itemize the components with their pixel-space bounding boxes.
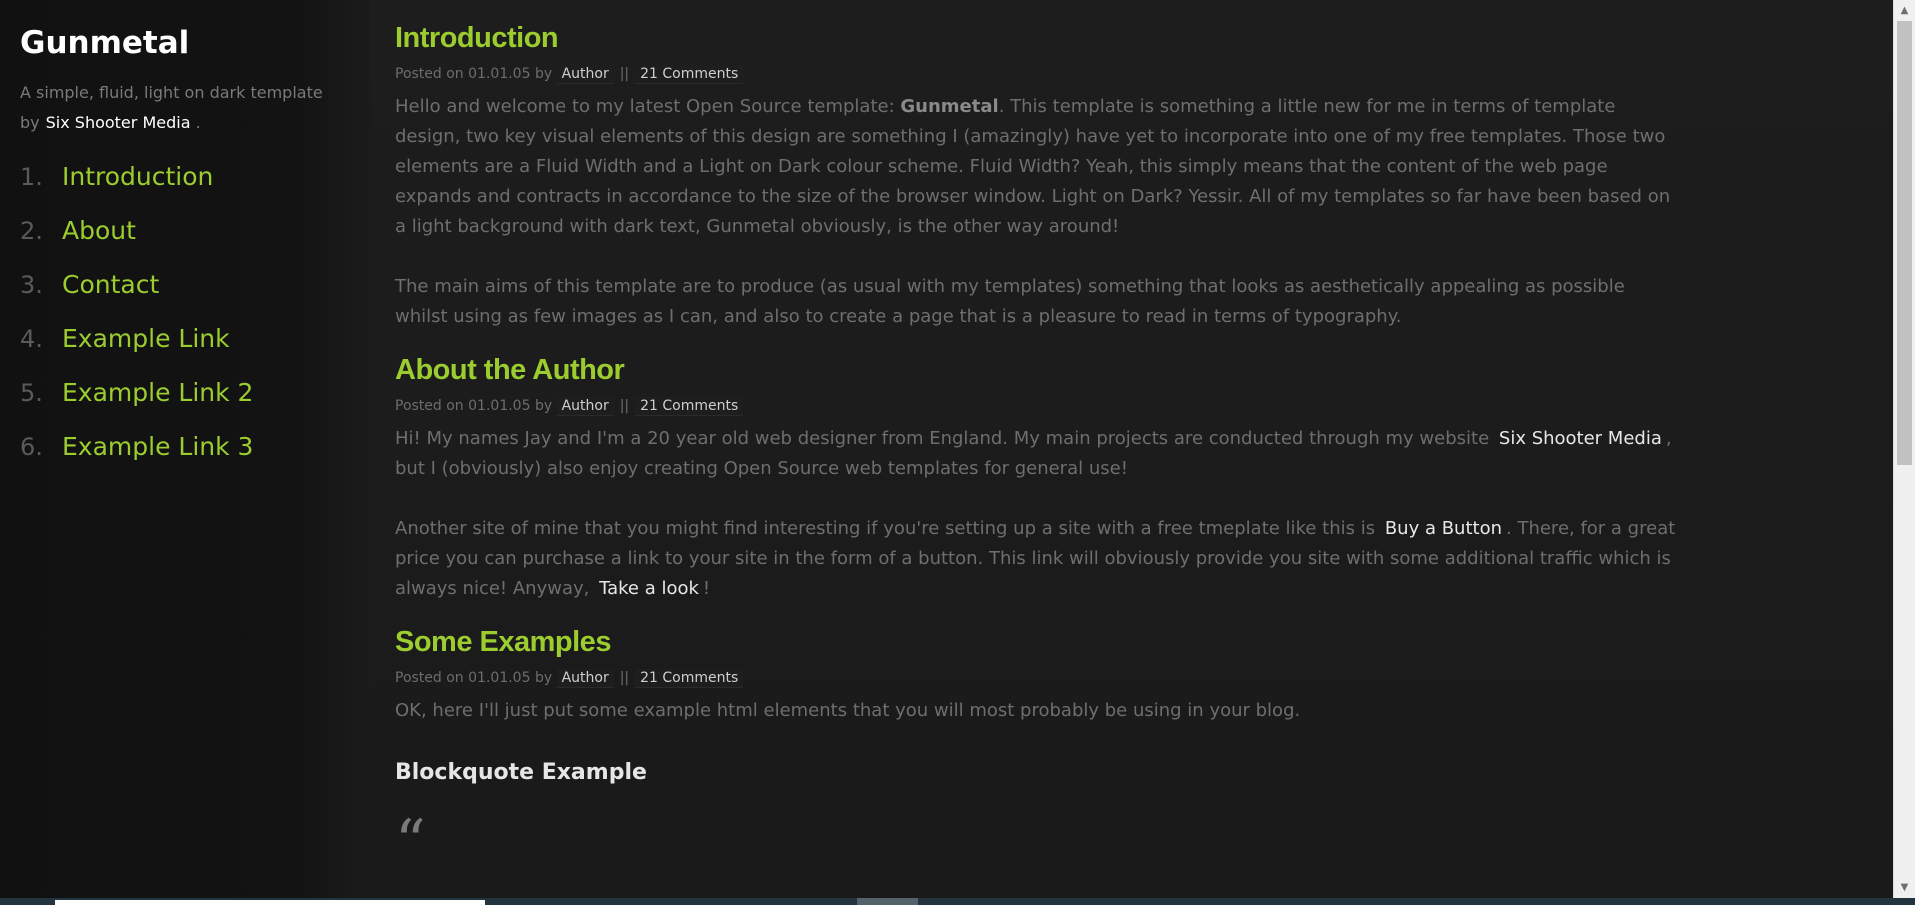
post-title-introduction: Introduction xyxy=(395,22,559,54)
tagline-link-six-shooter-media[interactable]: Six Shooter Media xyxy=(46,113,191,132)
meta-author-link[interactable]: Author xyxy=(556,65,614,84)
site-tagline: A simple, fluid, light on dark template … xyxy=(20,78,350,138)
post-paragraph: OK, here I'll just put some example html… xyxy=(395,700,1301,721)
meta-separator: || xyxy=(619,398,630,414)
post-title-about-the-author: About the Author xyxy=(395,354,625,386)
nav-number: 6. xyxy=(20,433,43,461)
nav-link-about[interactable]: About xyxy=(62,216,136,245)
meta-date: 01.01.05 xyxy=(468,398,531,414)
gunmetal-strong: Gunmetal xyxy=(900,96,999,117)
nav-item-contact: 3. Contact xyxy=(20,270,350,324)
link-buy-a-button[interactable]: Buy a Button xyxy=(1381,518,1506,539)
meta-date: 01.01.05 xyxy=(468,670,531,686)
post-title-some-examples: Some Examples xyxy=(395,626,611,658)
quote-mark-icon: “ xyxy=(395,807,426,877)
nav-number: 3. xyxy=(20,271,43,299)
sidebar: Gunmetal A simple, fluid, light on dark … xyxy=(0,0,370,905)
meta-separator: || xyxy=(619,670,630,686)
bottom-strip-segment xyxy=(857,898,918,905)
tagline-end: . xyxy=(195,113,201,132)
meta-comments-link[interactable]: 21 Comments xyxy=(635,65,744,84)
post-meta: Posted on 01.01.05 by Author || 21 Comment… xyxy=(395,62,1895,86)
nav-item-example-link-3: 6. Example Link 3 xyxy=(20,432,350,486)
blockquote-heading: Blockquote Example xyxy=(395,760,647,785)
paragraph-text: Hello and welcome to my latest Open Sour… xyxy=(395,96,895,117)
main-content: Introduction Posted on 01.01.05 by Autho… xyxy=(370,0,1895,898)
sidebar-nav: 1. Introduction 2. About 3. Contact 4. E… xyxy=(20,162,350,486)
nav-number: 4. xyxy=(20,325,43,353)
paragraph-text: Hi! My names Jay and I'm a 20 year old w… xyxy=(395,428,1490,449)
nav-link-introduction[interactable]: Introduction xyxy=(62,162,213,191)
nav-number: 5. xyxy=(20,379,43,407)
nav-link-contact[interactable]: Contact xyxy=(62,270,159,299)
nav-link-example-link-2[interactable]: Example Link 2 xyxy=(62,378,253,407)
scroll-down-arrow-icon[interactable]: ▼ xyxy=(1894,877,1915,898)
meta-separator: || xyxy=(619,66,630,82)
meta-posted-on: Posted on xyxy=(395,66,464,82)
paragraph-text: . This template is something a little ne… xyxy=(395,96,1671,237)
paragraph-text: ! xyxy=(702,578,711,599)
meta-comments-link[interactable]: 21 Comments xyxy=(635,397,744,416)
nav-item-about: 2. About xyxy=(20,216,350,270)
scrollbar-thumb[interactable] xyxy=(1897,21,1912,465)
site-title[interactable]: Gunmetal xyxy=(20,24,350,62)
bottom-strip-highlight xyxy=(55,900,485,905)
post-paragraph: Hi! My names Jay and I'm a 20 year old w… xyxy=(395,424,1680,484)
post-paragraph: Another site of mine that you might find… xyxy=(395,514,1680,604)
nav-number: 1. xyxy=(20,163,43,191)
meta-by: by xyxy=(534,66,553,82)
meta-comments-link[interactable]: 21 Comments xyxy=(635,669,744,688)
link-six-shooter-media[interactable]: Six Shooter Media xyxy=(1495,428,1666,449)
meta-author-link[interactable]: Author xyxy=(556,669,614,688)
nav-item-example-link-2: 5. Example Link 2 xyxy=(20,378,350,432)
nav-number: 2. xyxy=(20,217,43,245)
scroll-up-arrow-icon[interactable]: ▲ xyxy=(1894,0,1915,21)
vertical-scrollbar[interactable]: ▲ ▼ xyxy=(1893,0,1915,898)
nav-item-example-link: 4. Example Link xyxy=(20,324,350,378)
meta-date: 01.01.05 xyxy=(468,66,531,82)
link-take-a-look[interactable]: Take a look xyxy=(595,578,703,599)
meta-posted-on: Posted on xyxy=(395,670,464,686)
post-paragraph: Hello and welcome to my latest Open Sour… xyxy=(395,92,1680,242)
meta-by: by xyxy=(534,398,553,414)
post-meta: Posted on 01.01.05 by Author || 21 Comment… xyxy=(395,666,1895,690)
nav-item-introduction: 1. Introduction xyxy=(20,162,350,216)
bottom-strip xyxy=(0,898,1915,905)
meta-posted-on: Posted on xyxy=(395,398,464,414)
meta-by: by xyxy=(534,670,553,686)
post-meta: Posted on 01.01.05 by Author || 21 Comment… xyxy=(395,394,1895,418)
paragraph-text: Another site of mine that you might find… xyxy=(395,518,1376,539)
meta-author-link[interactable]: Author xyxy=(556,397,614,416)
nav-link-example-link-3[interactable]: Example Link 3 xyxy=(62,432,253,461)
nav-link-example-link[interactable]: Example Link xyxy=(62,324,230,353)
post-paragraph: The main aims of this template are to pr… xyxy=(395,276,1625,327)
browser-page: Gunmetal A simple, fluid, light on dark … xyxy=(0,0,1915,905)
